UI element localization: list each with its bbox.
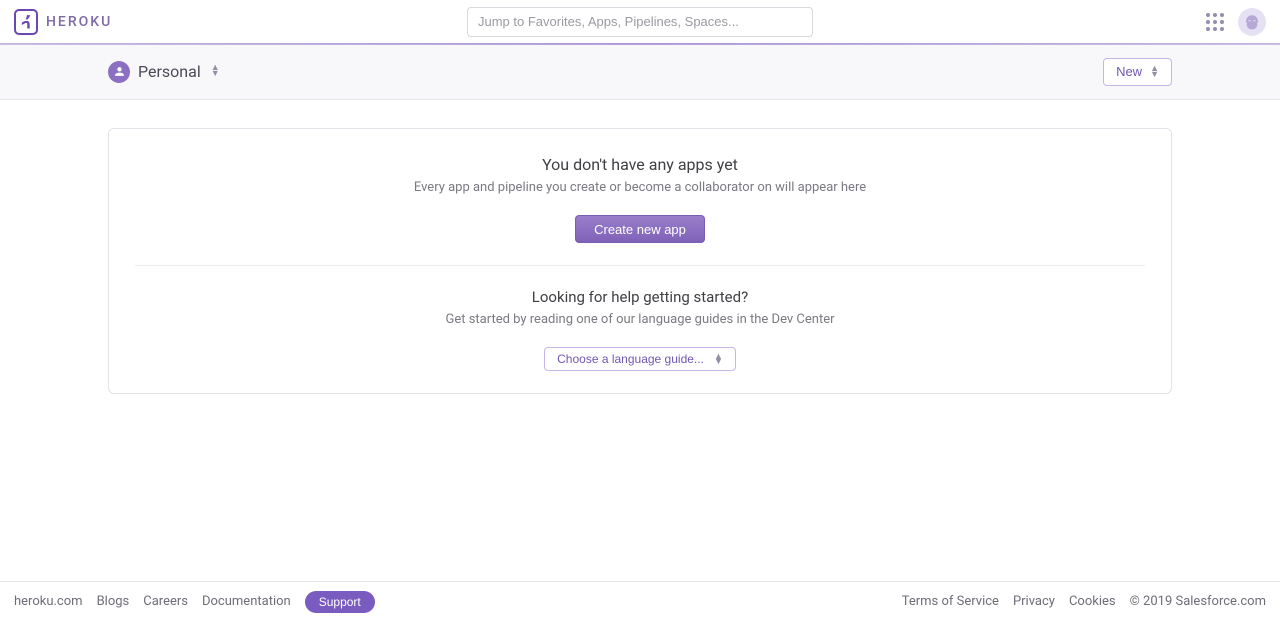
empty-title: You don't have any apps yet — [125, 155, 1155, 174]
support-label: Support — [319, 595, 361, 609]
footer-link-home[interactable]: heroku.com — [14, 594, 83, 609]
workspace-selector[interactable]: Personal ▲▼ — [108, 61, 220, 83]
footer-left: heroku.com Blogs Careers Documentation S… — [14, 591, 375, 613]
heroku-icon — [14, 9, 38, 35]
search-input[interactable] — [467, 7, 813, 37]
footer-link-blogs[interactable]: Blogs — [97, 594, 130, 609]
create-app-label: Create new app — [594, 222, 686, 237]
chevron-updown-icon: ▲▼ — [211, 66, 220, 77]
divider — [135, 265, 1145, 266]
topbar-right — [1206, 8, 1266, 36]
support-button[interactable]: Support — [305, 591, 375, 613]
subbar: Personal ▲▼ New ▲▼ — [0, 44, 1280, 100]
footer-copyright: © 2019 Salesforce.com — [1130, 594, 1266, 609]
person-icon — [108, 61, 130, 83]
help-subtitle: Get started by reading one of our langua… — [125, 312, 1155, 327]
brand-name: HEROKU — [46, 14, 112, 30]
empty-state-card: You don't have any apps yet Every app an… — [108, 128, 1172, 394]
new-button[interactable]: New ▲▼ — [1103, 58, 1172, 86]
new-button-label: New — [1116, 64, 1142, 79]
footer-link-careers[interactable]: Careers — [143, 594, 188, 609]
footer-link-tos[interactable]: Terms of Service — [902, 594, 999, 609]
footer: heroku.com Blogs Careers Documentation S… — [0, 581, 1280, 621]
ninja-avatar-icon — [1243, 13, 1261, 31]
workspace-label: Personal — [138, 62, 201, 81]
main-content: You don't have any apps yet Every app an… — [0, 100, 1280, 422]
user-avatar[interactable] — [1238, 8, 1266, 36]
search-wrap — [467, 7, 813, 37]
create-app-button[interactable]: Create new app — [575, 215, 705, 243]
footer-link-privacy[interactable]: Privacy — [1013, 594, 1055, 609]
footer-link-docs[interactable]: Documentation — [202, 594, 291, 609]
chevron-updown-icon: ▲▼ — [714, 354, 723, 365]
topbar: HEROKU — [0, 0, 1280, 44]
language-guide-button[interactable]: Choose a language guide... ▲▼ — [544, 347, 736, 371]
brand-logo[interactable]: HEROKU — [14, 9, 112, 35]
apps-grid-icon[interactable] — [1206, 13, 1224, 31]
empty-subtitle: Every app and pipeline you create or bec… — [125, 180, 1155, 195]
footer-link-cookies[interactable]: Cookies — [1069, 594, 1116, 609]
footer-right: Terms of Service Privacy Cookies © 2019 … — [902, 594, 1266, 609]
chevron-updown-icon: ▲▼ — [1150, 66, 1159, 77]
help-title: Looking for help getting started? — [125, 288, 1155, 306]
language-guide-label: Choose a language guide... — [557, 352, 704, 366]
